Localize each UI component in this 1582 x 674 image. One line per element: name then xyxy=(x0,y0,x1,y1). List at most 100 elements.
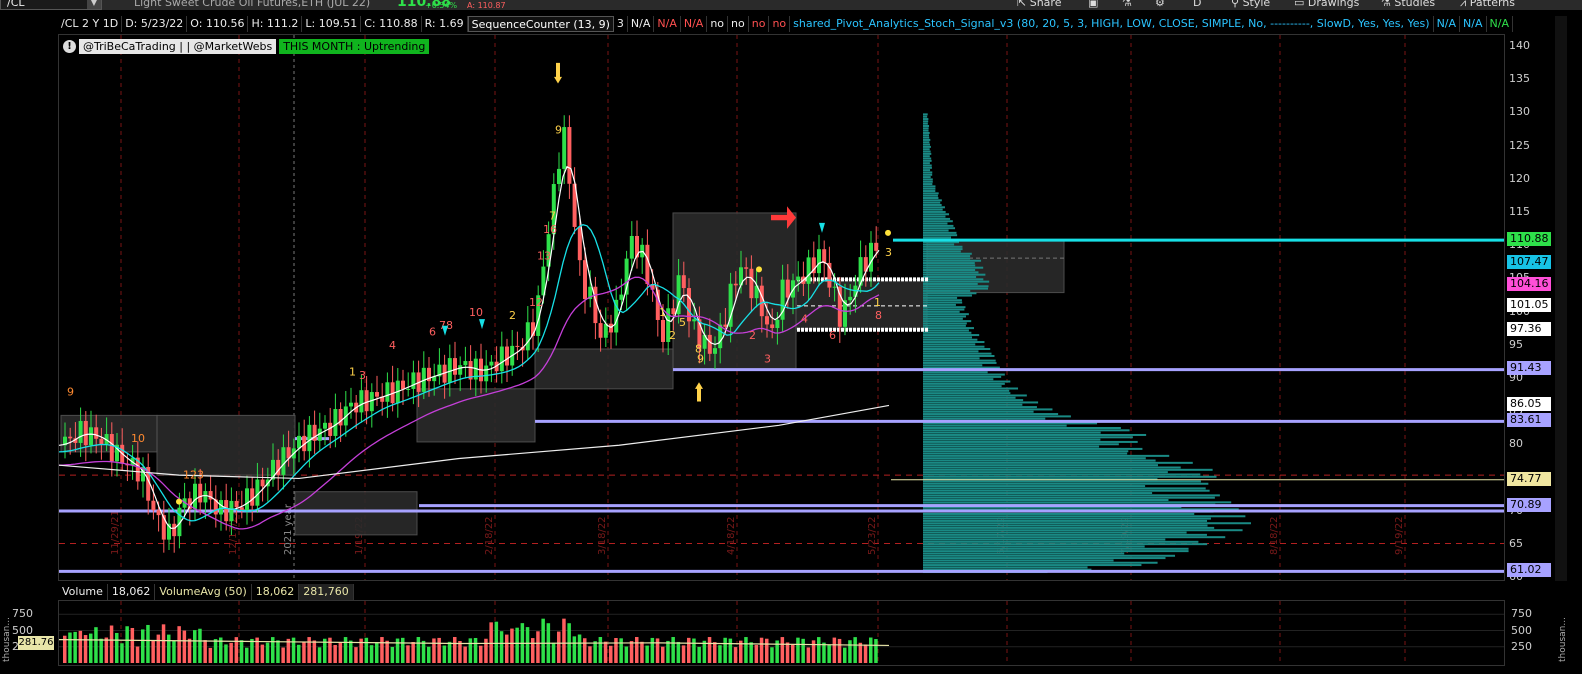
volume-bar xyxy=(817,637,821,663)
chart-title[interactable]: /CL 2 Y 1D xyxy=(58,16,123,32)
volume-profile-bar xyxy=(923,359,996,362)
volume-profile-bar xyxy=(923,262,975,265)
volume-bar xyxy=(525,627,530,663)
gear-icon[interactable]: ⚙ xyxy=(1155,0,1165,9)
date-label: 5/23/22 xyxy=(867,516,878,555)
candle-body xyxy=(869,242,873,272)
studies-button[interactable]: ⚗ Studies xyxy=(1381,0,1435,9)
patterns-button[interactable]: ⩘ Patterns xyxy=(1460,0,1515,10)
volume-profile-bar xyxy=(923,429,1130,432)
volume-profile-bar xyxy=(923,317,963,320)
candle-body xyxy=(453,358,457,375)
volume-profile-bar xyxy=(923,217,951,220)
volume-profile-bar xyxy=(923,389,1010,392)
volume-profile-bar xyxy=(923,143,930,146)
volume-tick: 750 xyxy=(1511,607,1532,621)
price-chart-canvas: 11/29/21 12/17/21 2021 year 1/19/22 2/18/22 3… xyxy=(59,35,1504,580)
study-flag: N/A xyxy=(654,16,681,32)
volume-bar xyxy=(99,638,103,663)
volume-profile-bar xyxy=(923,220,953,223)
volume-profile-bar xyxy=(923,299,962,302)
volume-profile-bar xyxy=(923,482,1209,485)
style-button[interactable]: ⚲ Style xyxy=(1231,0,1270,9)
candle-body xyxy=(765,316,769,325)
sequence-flags: N/A N/A N/A no no no no xyxy=(628,16,791,32)
volume-bar xyxy=(869,637,873,663)
volume-bar xyxy=(827,644,831,663)
volume-bar xyxy=(151,640,155,663)
volume-profile-bar xyxy=(923,496,1215,499)
volume-profile-bar xyxy=(923,468,1213,471)
volume-axis[interactable]: 750 500 250 xyxy=(1505,600,1555,666)
candle-body xyxy=(297,435,301,449)
volume-profile-bar xyxy=(923,213,950,216)
volume-bar xyxy=(640,641,644,663)
volume-bar xyxy=(203,640,207,663)
volume-bar xyxy=(265,642,270,663)
info-icon[interactable]: ! xyxy=(63,40,76,53)
candle-body xyxy=(619,294,624,300)
volume-profile-bar xyxy=(923,545,1145,548)
price-axis[interactable]: 1401351301251201151101051009590858075706… xyxy=(1505,34,1555,583)
volume-profile-bar xyxy=(923,501,1232,504)
volume-profile-bar xyxy=(923,464,1158,467)
volume-bar xyxy=(198,628,202,663)
layout-icon[interactable]: ▣ xyxy=(1088,0,1098,9)
volume-bar xyxy=(442,645,447,663)
volume-pane[interactable] xyxy=(58,600,1505,666)
volume-label[interactable]: Volume xyxy=(58,584,108,600)
volume-bar xyxy=(375,642,379,663)
volume-profile-bar xyxy=(923,387,1019,390)
volume-bar xyxy=(707,637,712,663)
share-button[interactable]: ⇱ Share xyxy=(1017,0,1061,9)
studies-icon: ⚗ xyxy=(1381,0,1395,9)
volume-profile-bar xyxy=(923,115,928,118)
volume-profile-bar xyxy=(923,334,980,337)
volume-bar xyxy=(187,638,192,663)
volume-profile-bar xyxy=(923,224,954,227)
volume-profile-bar xyxy=(923,475,1217,478)
symbol-selector[interactable]: /CL ▼ xyxy=(0,0,102,10)
volume-profile-bar xyxy=(923,529,1243,532)
sequence-count: 6 xyxy=(829,329,836,342)
flask-icon[interactable]: ⚗ xyxy=(1122,0,1132,9)
volume-profile-bar xyxy=(923,406,1037,409)
volume-bar xyxy=(380,637,384,663)
volume-bar xyxy=(276,640,280,663)
price-label: 74.77 xyxy=(1507,471,1551,486)
volume-profile-bar xyxy=(923,408,1053,411)
volume-bar xyxy=(208,647,213,663)
drawings-button[interactable]: ▭ Drawings xyxy=(1294,0,1359,9)
volume-bar xyxy=(437,637,441,663)
volume-profile-bar xyxy=(923,155,930,158)
volume-bar xyxy=(541,618,545,663)
volume-profile-bar xyxy=(923,375,1002,378)
volume-avg-label[interactable]: VolumeAvg (50) xyxy=(155,584,252,600)
volume-profile-bar xyxy=(923,401,1039,404)
chevron-down-icon[interactable]: ▼ xyxy=(87,0,101,9)
right-scrollbar[interactable] xyxy=(1555,16,1567,581)
volume-value: 18,062 xyxy=(108,584,156,600)
volume-bar xyxy=(229,642,233,663)
volume-profile-bar xyxy=(923,164,932,167)
sequence-study-label[interactable]: SequenceCounter (13, 9) xyxy=(467,16,614,32)
volume-profile-bar xyxy=(923,436,1133,439)
candle-body xyxy=(323,422,327,429)
volume-bar xyxy=(619,638,623,663)
patterns-icon: ⩘ xyxy=(1460,0,1470,9)
volume-profile-bar xyxy=(923,138,931,141)
aggregation-button[interactable]: D xyxy=(1193,0,1201,9)
price-label: 97.36 xyxy=(1507,322,1551,337)
volume-bar xyxy=(156,634,161,663)
candle-body xyxy=(874,242,879,251)
candle-body xyxy=(411,372,416,389)
candle-body xyxy=(681,275,686,289)
volume-bar xyxy=(681,645,686,663)
volume-profile-bar xyxy=(923,540,1199,543)
pivot-study-label[interactable]: shared_Pivot_Analytics_Stoch_Signal_v3 (… xyxy=(790,16,1434,32)
ask-price: A: 110.87 xyxy=(467,1,506,10)
bar-close: C: 110.88 xyxy=(361,16,422,32)
volume-profile-bar xyxy=(923,431,1101,434)
sequence-count: 5 xyxy=(679,316,686,329)
price-chart[interactable]: 11/29/21 12/17/21 2021 year 1/19/22 2/18/22 3… xyxy=(58,34,1505,581)
